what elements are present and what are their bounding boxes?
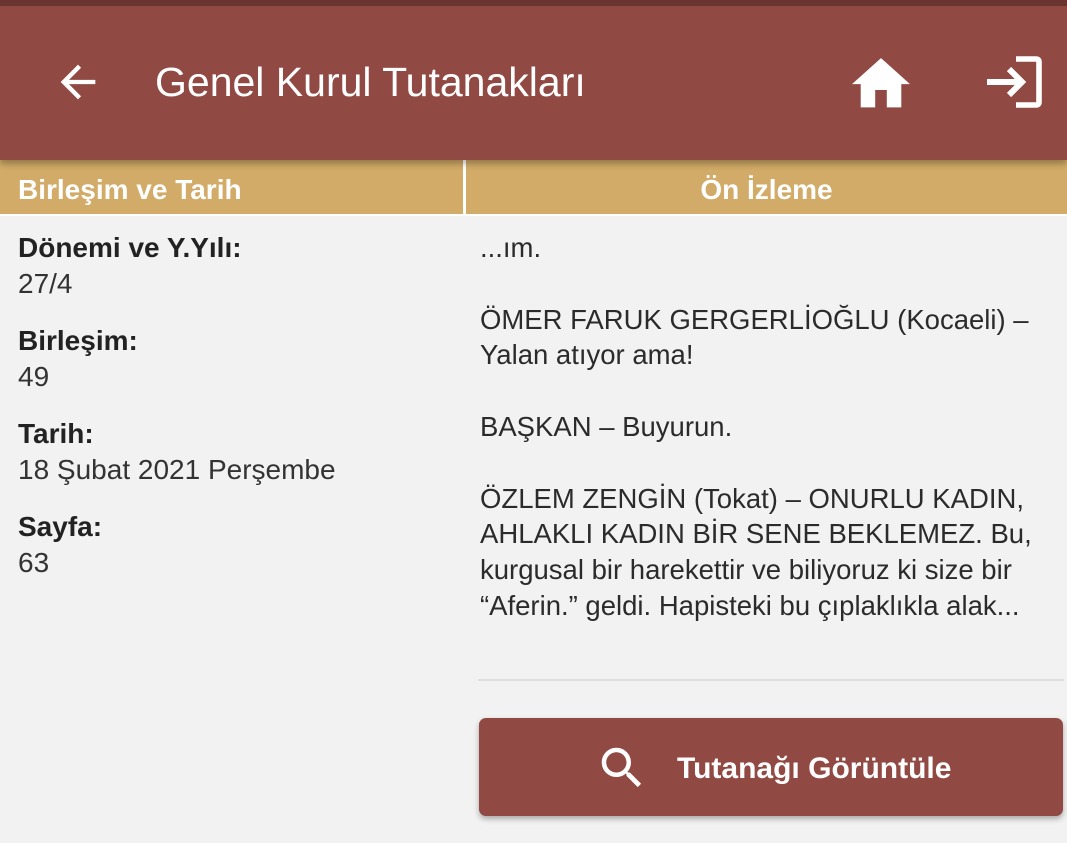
page-label: Sayfa: [18,511,103,542]
back-button[interactable] [52,56,104,108]
login-icon [987,56,1042,108]
home-button[interactable] [852,54,910,110]
status-bar-edge [0,0,1067,6]
view-transcript-label: Tutanağı Görüntüle [677,752,952,785]
login-button[interactable] [984,54,1044,110]
date-label: Tarih: [18,418,94,449]
app-bar: Genel Kurul Tutanakları [0,0,1067,160]
date-value: 18 Şubat 2021 Perşembe [18,454,336,485]
preview-paragraph: BAŞKAN – Buyurun. [480,410,733,442]
preview-paragraph: ÖZLEM ZENGİN (Tokat) – ONURLU KADIN, AHL… [480,482,1032,621]
home-icon [852,58,910,108]
session-details: Dönemi ve Y.Yılı: 27/4 Birleşim: 49 Tari… [18,230,458,602]
view-transcript-button[interactable]: Tutanağı Görüntüle [479,718,1063,816]
term-value: 27/4 [18,268,73,299]
header-underline [0,214,1067,216]
session-label: Birleşim: [18,325,138,356]
session-value: 49 [18,361,50,392]
preview-paragraph: ÖMER FARUK GERGERLİOĞLU (Kocaeli) – Yala… [480,303,1029,371]
transcript-preview: ...ım. ÖMER FARUK GERGERLİOĞLU (Kocaeli)… [480,230,1064,624]
column-header-preview: Ön İzleme [466,160,1067,214]
preview-paragraph: ...ım. [480,232,542,263]
preview-divider [478,679,1064,681]
search-icon [601,747,642,788]
page-value: 63 [18,547,50,578]
page-title: Genel Kurul Tutanakları [155,59,586,105]
column-header-details: Birleşim ve Tarih [0,160,463,214]
arrow-back-icon [60,64,96,100]
term-label: Dönemi ve Y.Yılı: [18,232,242,263]
